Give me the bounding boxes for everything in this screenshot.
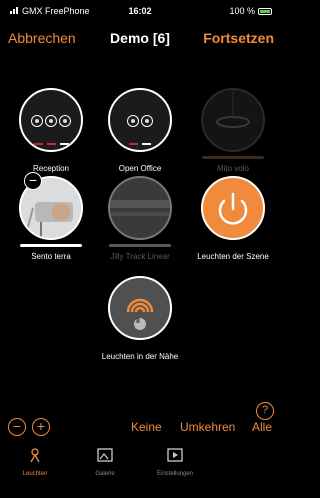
nav-bar: Abbrechen Demo [6] Fortsetzen [0, 30, 280, 54]
tile-reception[interactable]: Reception [6, 88, 96, 173]
tab-gallery[interactable]: Galerie [70, 446, 140, 477]
tab-label: Leuchten [22, 471, 48, 477]
battery-icon [258, 8, 272, 16]
level-bar [20, 244, 82, 247]
tab-bar: Leuchten Galerie Einstellungen [0, 446, 280, 498]
action-bar: − + Keine Umkehren Alle [0, 418, 280, 438]
tab-label: Galerie [95, 471, 115, 477]
tile-nearby-lights[interactable]: 8 Leuchten in der Nähe [95, 276, 185, 361]
tile-label: Open Office [118, 164, 162, 173]
tile-sento-terra[interactable]: − Sento terra [6, 172, 96, 261]
zoom-out-button[interactable]: − [8, 418, 26, 436]
tab-settings[interactable]: Einstellungen [140, 446, 210, 477]
tile-label: Mito volo [216, 164, 249, 173]
tile-scene-lights[interactable]: Leuchten der Szene [188, 176, 278, 261]
status-bar: GMX FreePhone 16:02 100 % [0, 0, 280, 22]
reception-group-icon [19, 88, 83, 152]
open-office-group-icon [108, 88, 172, 152]
continue-button[interactable]: Fortsetzen [203, 30, 274, 46]
remove-button[interactable]: − [24, 172, 42, 190]
nearby-count-badge: 8 [136, 318, 140, 325]
tab-more[interactable] [210, 446, 280, 448]
ring-lamp-icon [201, 88, 265, 152]
select-none-button[interactable]: Keine [131, 420, 162, 434]
invert-selection-button[interactable]: Umkehren [180, 420, 235, 434]
tile-label: Jilly Track Linear [110, 252, 170, 261]
tab-label: Einstellungen [156, 471, 194, 477]
tile-open-office[interactable]: Open Office [95, 88, 185, 173]
tile-label: Sento terra [31, 252, 71, 261]
lamp-icon [30, 448, 40, 463]
tile-jilly-track-linear[interactable]: Jilly Track Linear [95, 176, 185, 261]
tile-mito-volo[interactable]: Mito volo [188, 88, 278, 173]
power-icon [201, 176, 265, 240]
tile-label: Leuchten der Szene [197, 252, 269, 261]
tab-lights[interactable]: Leuchten [0, 446, 70, 477]
track-light-icon [108, 176, 172, 240]
level-bar [109, 244, 171, 247]
settings-icon [167, 448, 183, 462]
battery: 100 % [229, 6, 272, 16]
zoom-in-button[interactable]: + [32, 418, 50, 436]
proximity-icon: 8 [108, 276, 172, 340]
gallery-icon [97, 448, 113, 462]
level-bar [202, 156, 264, 159]
tile-label: Reception [32, 164, 70, 173]
battery-label: 100 % [229, 6, 255, 16]
select-all-button[interactable]: Alle [252, 420, 272, 434]
tile-label: Leuchten in der Nähe [101, 352, 179, 361]
